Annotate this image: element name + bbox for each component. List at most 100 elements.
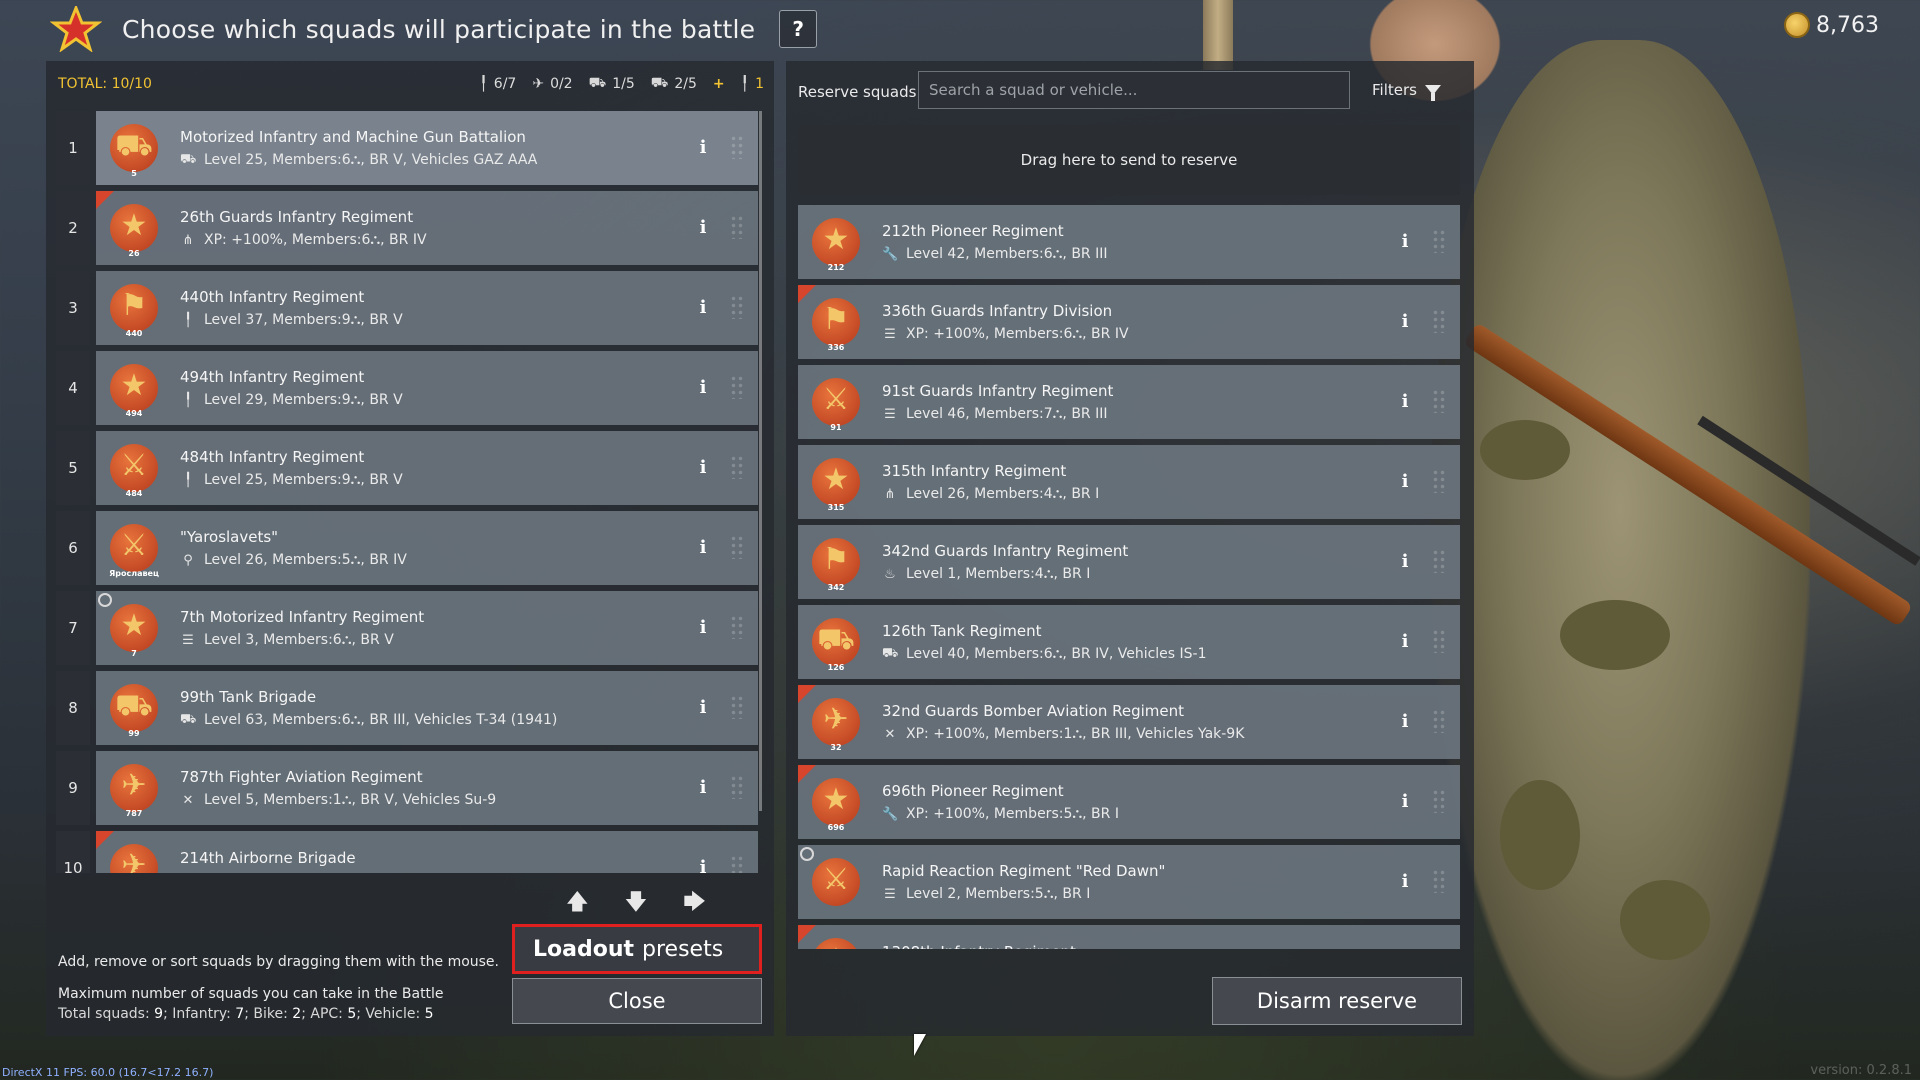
info-icon[interactable]: i (696, 137, 710, 159)
info-icon[interactable]: i (1398, 631, 1412, 653)
drag-handle-icon[interactable] (730, 135, 744, 159)
squad-row[interactable]: 3 ⚑ 440 440th Infantry Regiment ╿ Level … (56, 271, 758, 345)
info-icon[interactable]: i (1398, 551, 1412, 573)
squad-row[interactable]: ★ 212 212th Pioneer Regiment 🔧 Level 42,… (798, 205, 1460, 279)
drag-handle-icon[interactable] (1432, 869, 1446, 893)
drag-handle-icon[interactable] (730, 775, 744, 799)
squad-details: Level 2, Members:5⛬, BR I (906, 886, 1091, 902)
drag-handle-icon[interactable] (730, 535, 744, 559)
squad-card[interactable]: ✈ 214th Airborne Brigade ☂ i (96, 831, 758, 873)
squad-card[interactable]: ★ 1308th Infantry Regiment ╿ i (798, 925, 1460, 949)
squad-row[interactable]: 9 ✈ 787 787th Fighter Aviation Regiment … (56, 751, 758, 825)
drag-handle-icon[interactable] (1432, 549, 1446, 573)
squad-card[interactable]: ★ 7 7th Motorized Infantry Regiment ☰ Le… (96, 591, 758, 665)
move-up-icon[interactable]: 🡅 (566, 885, 589, 923)
squad-card[interactable]: ⚑ 336 336th Guards Infantry Division ☰ X… (798, 285, 1460, 359)
drag-handle-icon[interactable] (1432, 309, 1446, 333)
drag-handle-icon[interactable] (1432, 229, 1446, 253)
drag-handle-icon[interactable] (1432, 709, 1446, 733)
drag-handle-icon[interactable] (730, 295, 744, 319)
info-icon[interactable]: i (696, 777, 710, 799)
squad-row[interactable]: 7 ★ 7 7th Motorized Infantry Regiment ☰ … (56, 591, 758, 665)
info-icon[interactable]: i (696, 537, 710, 559)
squad-row[interactable]: 4 ★ 494 494th Infantry Regiment ╿ Level … (56, 351, 758, 425)
gold-coin-icon (1784, 12, 1811, 38)
add-slot-icon[interactable]: + (713, 76, 725, 92)
squad-row[interactable]: ⚑ 336 336th Guards Infantry Division ☰ X… (798, 285, 1460, 359)
squad-card[interactable]: ★ 26 26th Guards Infantry Regiment ⋔ XP:… (96, 191, 758, 265)
emblem-glyph: ⛟ (115, 128, 153, 163)
drag-handle-icon[interactable] (1432, 789, 1446, 813)
drag-handle-icon[interactable] (730, 615, 744, 639)
squad-card[interactable]: ⛟ 99 99th Tank Brigade ⛟ Level 63, Membe… (96, 671, 758, 745)
squad-row[interactable]: 10 ✈ 214th Airborne Brigade ☂ i (56, 831, 758, 873)
squad-card[interactable]: ⚑ 342 342nd Guards Infantry Regiment ♨ L… (798, 525, 1460, 599)
currency-amount: 8,763 (1816, 12, 1879, 38)
filters-button[interactable]: Filters (1372, 81, 1441, 101)
squad-card[interactable]: ⚔ Rapid Reaction Regiment "Red Dawn" ☰ L… (798, 845, 1460, 919)
drag-handle-icon[interactable] (730, 215, 744, 239)
squad-row[interactable]: 5 ⚔ 484 484th Infantry Regiment ╿ Level … (56, 431, 758, 505)
squad-row[interactable]: ⚑ 342 342nd Guards Infantry Regiment ♨ L… (798, 525, 1460, 599)
squad-card[interactable]: ⛟ 126 126th Tank Regiment ⛟ Level 40, Me… (798, 605, 1460, 679)
squad-card[interactable]: ⚔ Ярославец "Yaroslavets" ⚲ Level 26, Me… (96, 511, 758, 585)
info-icon[interactable]: i (1398, 791, 1412, 813)
info-icon[interactable]: i (1398, 711, 1412, 733)
squad-search-input[interactable] (918, 71, 1350, 109)
squad-card[interactable]: ⛟ 5 Motorized Infantry and Machine Gun B… (96, 111, 758, 185)
squad-details: XP: +100%, Members:6⛬, BR IV (906, 326, 1129, 342)
filter-icon (1424, 85, 1441, 101)
drag-handle-icon[interactable] (730, 855, 744, 873)
close-button[interactable]: Close (512, 978, 762, 1024)
info-icon[interactable]: i (696, 217, 710, 239)
squad-card[interactable]: ⚔ 484 484th Infantry Regiment ╿ Level 25… (96, 431, 758, 505)
squad-row[interactable]: 6 ⚔ Ярославец "Yaroslavets" ⚲ Level 26, … (56, 511, 758, 585)
move-down-icon[interactable]: 🡇 (625, 885, 648, 923)
info-icon[interactable]: i (1398, 871, 1412, 893)
drag-handle-icon[interactable] (730, 375, 744, 399)
squad-card[interactable]: ★ 212 212th Pioneer Regiment 🔧 Level 42,… (798, 205, 1460, 279)
squad-row[interactable]: ⛟ 126 126th Tank Regiment ⛟ Level 40, Me… (798, 605, 1460, 679)
info-icon[interactable]: i (696, 617, 710, 639)
squad-card[interactable]: ★ 696 696th Pioneer Regiment 🔧 XP: +100%… (798, 765, 1460, 839)
squad-row[interactable]: 2 ★ 26 26th Guards Infantry Regiment ⋔ X… (56, 191, 758, 265)
move-right-icon[interactable]: 🡆 (683, 885, 706, 923)
squad-card[interactable]: ★ 494 494th Infantry Regiment ╿ Level 29… (96, 351, 758, 425)
info-icon[interactable]: i (696, 457, 710, 479)
squad-list-scrollbar[interactable] (759, 111, 762, 811)
squad-row[interactable]: ⚔ 91 91st Guards Infantry Regiment ☰ Lev… (798, 365, 1460, 439)
help-button[interactable]: ? (779, 10, 818, 48)
drag-handle-icon[interactable] (1432, 629, 1446, 653)
info-icon[interactable]: i (696, 297, 710, 319)
squad-row[interactable]: ★ 315 315th Infantry Regiment ⋔ Level 26… (798, 445, 1460, 519)
squad-card[interactable]: ★ 315 315th Infantry Regiment ⋔ Level 26… (798, 445, 1460, 519)
info-icon[interactable]: i (696, 857, 710, 873)
infantry-limit-label: ; Infantry: (163, 1006, 236, 1022)
squad-slot-number: 2 (56, 191, 90, 265)
squad-row[interactable]: ★ 1308th Infantry Regiment ╿ i (798, 925, 1460, 949)
info-icon[interactable]: i (696, 697, 710, 719)
info-icon[interactable]: i (1398, 231, 1412, 253)
drag-handle-icon[interactable] (1432, 389, 1446, 413)
drag-handle-icon[interactable] (730, 695, 744, 719)
squad-row[interactable]: ⚔ Rapid Reaction Regiment "Red Dawn" ☰ L… (798, 845, 1460, 919)
info-icon[interactable]: i (1398, 391, 1412, 413)
squad-row[interactable]: ✈ 32 32nd Guards Bomber Aviation Regimen… (798, 685, 1460, 759)
squad-card[interactable]: ✈ 787 787th Fighter Aviation Regiment ✕ … (96, 751, 758, 825)
squad-row[interactable]: 8 ⛟ 99 99th Tank Brigade ⛟ Level 63, Mem… (56, 671, 758, 745)
disarm-reserve-button[interactable]: Disarm reserve (1212, 977, 1462, 1025)
red-star-icon (50, 6, 102, 52)
squad-card[interactable]: ⚔ 91 91st Guards Infantry Regiment ☰ Lev… (798, 365, 1460, 439)
squad-row[interactable]: 1 ⛟ 5 Motorized Infantry and Machine Gun… (56, 111, 758, 185)
drag-handle-icon[interactable] (730, 455, 744, 479)
loadout-presets-button[interactable]: Loadout presets (512, 924, 762, 974)
info-icon[interactable]: i (696, 377, 710, 399)
info-icon[interactable]: i (1398, 311, 1412, 333)
info-icon[interactable]: i (1398, 471, 1412, 493)
squad-card[interactable]: ✈ 32 32nd Guards Bomber Aviation Regimen… (798, 685, 1460, 759)
drag-hint: Add, remove or sort squads by dragging t… (58, 954, 499, 970)
squad-row[interactable]: ★ 696 696th Pioneer Regiment 🔧 XP: +100%… (798, 765, 1460, 839)
squad-card[interactable]: ⚑ 440 440th Infantry Regiment ╿ Level 37… (96, 271, 758, 345)
reserve-drop-zone[interactable]: Drag here to send to reserve (798, 125, 1460, 195)
drag-handle-icon[interactable] (1432, 469, 1446, 493)
